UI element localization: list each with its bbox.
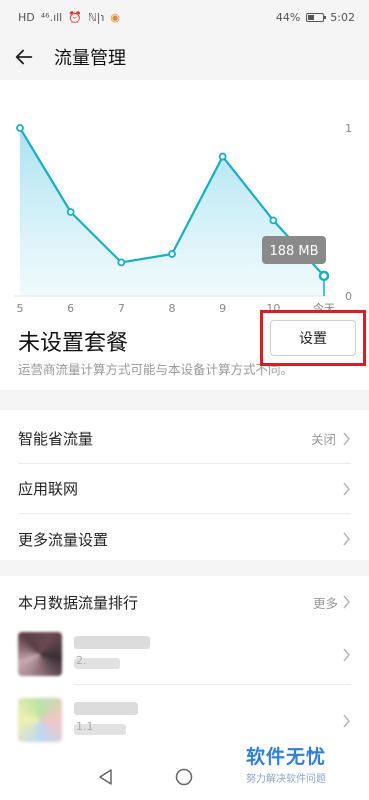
usage-card: 188 MB 5 6 7 8 9 10 今天 1 0 未设置套餐 运营商流量计算方式可能与本设备计… bbox=[0, 80, 369, 390]
app-usage: 1.1 bbox=[76, 720, 94, 733]
data-point bbox=[66, 208, 75, 216]
app-icon bbox=[18, 698, 62, 742]
plan-title: 未设置套餐 bbox=[18, 331, 129, 356]
back-button[interactable] bbox=[0, 34, 48, 80]
app-icon bbox=[18, 632, 62, 676]
more-label: 更多 bbox=[312, 595, 338, 611]
setting-value: 关闭 bbox=[310, 432, 336, 447]
hd-icon: HD bbox=[18, 10, 35, 24]
setting-more-traffic[interactable]: 更多流量设置 bbox=[18, 514, 351, 564]
row-divider bbox=[74, 684, 351, 685]
chevron-right-icon bbox=[343, 432, 350, 445]
chevron-right-icon bbox=[343, 532, 350, 546]
alarm-icon: ⏰ bbox=[68, 10, 82, 24]
data-point bbox=[117, 258, 126, 267]
setting-app-network[interactable]: 应用联网 bbox=[18, 464, 351, 514]
data-point bbox=[168, 250, 176, 258]
more-link[interactable]: 更多 bbox=[313, 593, 351, 612]
data-point bbox=[16, 124, 24, 132]
setting-label: 智能省流量 bbox=[18, 430, 94, 448]
watermark-main: 软件无忧 bbox=[246, 746, 327, 768]
page-title: 流量管理 bbox=[54, 48, 126, 69]
status-icons: HD ⁴⁶.ıll ⏰ ℕ|℩ ◉ bbox=[18, 11, 120, 24]
app-usage-row[interactable]: 2. bbox=[0, 624, 369, 688]
data-point bbox=[318, 270, 330, 282]
x-tick-label: 8 bbox=[169, 302, 176, 315]
x-tick-label: 6 bbox=[67, 302, 74, 315]
data-point bbox=[269, 216, 278, 225]
x-tick-label: 7 bbox=[118, 302, 125, 315]
usage-chart: 188 MB5 6 7 8 9 10 今天10 bbox=[14, 122, 352, 315]
tooltip-label: 188 MB bbox=[269, 244, 318, 259]
app-name-blurred bbox=[74, 636, 150, 649]
usage-area bbox=[20, 128, 324, 296]
plan-note: 运营商流量计算方式可能与本设备计算方式不同。 bbox=[18, 362, 294, 377]
app-bar: 流量管理 bbox=[0, 34, 369, 80]
vibrate-icon: ℕ|℩ bbox=[87, 10, 105, 24]
ranking-header: 本月数据流量排行 更多 bbox=[18, 576, 351, 628]
y-tick-label: 0 bbox=[345, 290, 352, 303]
status-bar: HD ⁴⁶.ıll ⏰ ℕ|℩ ◉ 44% 5:02 bbox=[0, 0, 369, 34]
clock: 5:02 bbox=[330, 10, 355, 24]
x-tick-label: 5 bbox=[17, 302, 24, 315]
setting-label: 应用联网 bbox=[18, 480, 79, 498]
battery-icon bbox=[306, 12, 327, 22]
y-tick-label: 1 bbox=[345, 122, 352, 135]
chevron-right-icon bbox=[343, 482, 350, 495]
app-usage: 2. bbox=[76, 654, 87, 667]
chevron-right-icon bbox=[343, 648, 350, 662]
settings-list: 智能省流量 关闭 应用联网 更多流量设置 bbox=[0, 410, 369, 560]
chevron-right-icon bbox=[343, 595, 350, 609]
chevron-right-icon bbox=[343, 714, 350, 728]
app-name-blurred bbox=[74, 702, 138, 715]
battery-percent: 44% bbox=[275, 10, 301, 24]
nav-back-icon[interactable] bbox=[97, 768, 115, 786]
data-point bbox=[218, 152, 227, 161]
setup-button[interactable]: 设置 bbox=[270, 320, 356, 356]
signal-icon: ⁴⁶.ıll bbox=[40, 10, 63, 24]
watermark-sub: 努力解决软件问题 bbox=[246, 774, 326, 785]
back-arrow-icon bbox=[15, 49, 33, 65]
setting-smart-save[interactable]: 智能省流量 关闭 bbox=[18, 414, 351, 464]
app-notification-icon: ◉ bbox=[110, 10, 120, 24]
setting-label: 更多流量设置 bbox=[18, 530, 109, 549]
watermark: 软件无忧 努力解决软件问题 bbox=[246, 742, 356, 785]
x-tick-label: 9 bbox=[219, 302, 226, 315]
nav-home-icon[interactable] bbox=[175, 768, 193, 786]
ranking-title: 本月数据流量排行 bbox=[18, 593, 139, 612]
